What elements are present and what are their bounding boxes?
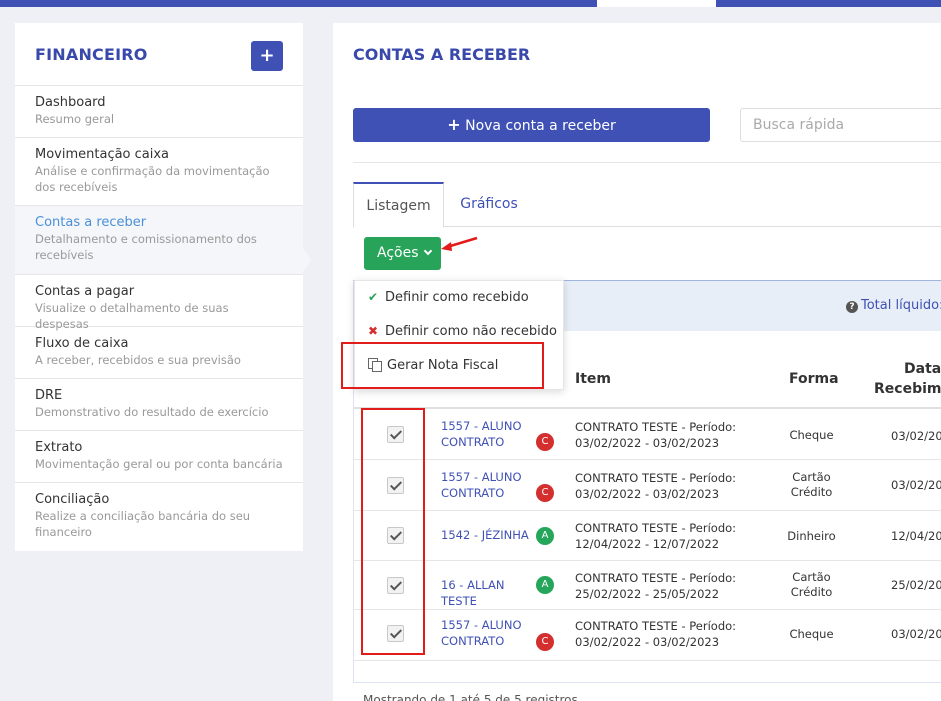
total-liquido: ? Total líquido:: [846, 298, 941, 313]
row-forma: Cartão Crédito: [790, 570, 833, 599]
table-row[interactable]: 1557 - ALUNO CONTRATO C CONTRATO TESTE -…: [354, 460, 941, 511]
status-badge: C: [536, 633, 554, 651]
sidebar-item-contas-a-receber[interactable]: Contas a receber Detalhamento e comissio…: [15, 206, 311, 275]
tab-listagem[interactable]: Listagem: [353, 182, 444, 228]
sidebar-title: FINANCEIRO: [35, 45, 148, 64]
sidebar-item-desc: Análise e confirmação da movimentação do…: [35, 164, 270, 194]
actions-button[interactable]: Ações: [364, 237, 441, 270]
tab-bar: Listagem Gráficos: [353, 182, 941, 228]
sidebar-item-title: Contas a pagar: [35, 284, 135, 299]
table-row[interactable]: 1542 - JÉZINHA A CONTRATO TESTE - Períod…: [354, 511, 941, 561]
sidebar-item-desc: Resumo geral: [35, 112, 115, 126]
row-date: 25/02/2022: [891, 578, 941, 592]
column-header-data-line1[interactable]: Data: [904, 361, 941, 377]
chevron-down-icon: [423, 246, 432, 256]
sidebar-item-title: Movimentação caixa: [35, 147, 170, 162]
sidebar-item-title: Conciliação: [35, 492, 110, 507]
table-row[interactable]: 16 - ALLAN TESTE A CONTRATO TESTE - Perí…: [354, 561, 941, 610]
row-date: 03/02/2022: [891, 429, 941, 443]
add-button[interactable]: +: [251, 41, 283, 71]
sidebar-item-title: Fluxo de caixa: [35, 336, 129, 351]
total-label: Total líquido:: [861, 298, 941, 313]
new-receivable-label: Nova conta a receber: [465, 118, 616, 134]
column-header-data-line2[interactable]: Recebimento: [874, 381, 941, 397]
actions-label: Ações: [377, 245, 419, 261]
status-badge: C: [536, 433, 554, 451]
row-item: CONTRATO TESTE - Período: 03/02/2022 - 0…: [575, 619, 737, 649]
status-badge: A: [536, 527, 554, 545]
row-item: CONTRATO TESTE - Período: 03/02/2022 - 0…: [575, 420, 737, 450]
row-name-link[interactable]: 16 - ALLAN TESTE: [441, 577, 541, 609]
row-date: 03/02/2022: [891, 627, 941, 641]
sidebar-item-desc: Realize a conciliação bancária do seu fi…: [35, 509, 251, 539]
top-bar-gap: [597, 0, 716, 7]
row-item: CONTRATO TESTE - Período: 03/02/2022 - 0…: [575, 471, 737, 501]
sidebar-item-desc: Movimentação geral ou por conta bancária: [35, 457, 283, 471]
question-icon[interactable]: ?: [846, 301, 858, 313]
status-badge: A: [536, 576, 554, 594]
sidebar-item-desc: Demonstrativo do resultado de exercício: [35, 405, 269, 419]
sidebar-item-movimentacao-caixa[interactable]: Movimentação caixa Análise e confirmação…: [15, 138, 303, 206]
row-name-link[interactable]: 1542 - JÉZINHA: [441, 527, 541, 543]
sidebar-item-title: DRE: [35, 388, 63, 403]
row-item: CONTRATO TESTE - Período: 12/04/2022 - 1…: [575, 521, 737, 551]
sidebar-item-title: Dashboard: [35, 95, 106, 110]
annotation-highlight-checkboxes: [361, 408, 425, 655]
new-receivable-button[interactable]: + Nova conta a receber: [353, 108, 710, 142]
menu-item-definir-recebido[interactable]: ✔ Definir como recebido: [368, 290, 529, 305]
row-forma: Cheque: [789, 428, 834, 442]
sidebar-item-dre[interactable]: DRE Demonstrativo do resultado de exercí…: [15, 379, 303, 431]
table-row[interactable]: 1557 - ALUNO CONTRATO C CONTRATO TESTE -…: [354, 409, 941, 460]
search-input[interactable]: [740, 108, 941, 142]
menu-item-label: Definir como não recebido: [385, 324, 557, 339]
row-forma: Dinheiro: [787, 529, 836, 543]
sidebar-item-desc: A receber, recebidos e sua previsão: [35, 353, 241, 367]
check-icon: ✔: [368, 290, 379, 304]
annotation-arrow-icon: [441, 236, 478, 251]
row-item: CONTRATO TESTE - Período: 25/02/2022 - 2…: [575, 571, 737, 601]
close-icon: ✖: [368, 324, 379, 338]
page-title: CONTAS A RECEBER: [353, 45, 531, 64]
status-badge: C: [536, 484, 554, 502]
column-header-forma[interactable]: Forma: [789, 371, 839, 387]
row-forma: Cheque: [789, 627, 834, 641]
sidebar: FINANCEIRO + Dashboard Resumo geral Movi…: [15, 23, 311, 551]
sidebar-item-conciliacao[interactable]: Conciliação Realize a conciliação bancár…: [15, 483, 303, 551]
row-name-link[interactable]: 1557 - ALUNO CONTRATO: [441, 418, 536, 450]
plus-icon: +: [447, 115, 461, 134]
table-row[interactable]: 1557 - ALUNO CONTRATO C CONTRATO TESTE -…: [354, 610, 941, 661]
sidebar-item-extrato[interactable]: Extrato Movimentação geral ou por conta …: [15, 431, 303, 483]
sidebar-header: FINANCEIRO +: [15, 23, 303, 86]
sidebar-item-desc: Detalhamento e comissionamento dos receb…: [35, 232, 257, 262]
annotation-highlight-gerar-nota: [341, 342, 544, 389]
pagination-info: Mostrando de 1 até 5 de 5 registros: [363, 693, 578, 701]
sidebar-item-contas-a-pagar[interactable]: Contas a pagar Visualize o detalhamento …: [15, 275, 303, 331]
row-name-link[interactable]: 1557 - ALUNO CONTRATO: [441, 617, 536, 649]
row-name-link[interactable]: 1557 - ALUNO CONTRATO: [441, 469, 536, 501]
sidebar-item-dashboard[interactable]: Dashboard Resumo geral: [15, 86, 303, 138]
row-date: 03/02/2022: [891, 478, 941, 492]
menu-item-label: Definir como recebido: [385, 290, 529, 305]
sidebar-item-fluxo-de-caixa[interactable]: Fluxo de caixa A receber, recebidos e su…: [15, 327, 303, 379]
sidebar-item-title: Extrato: [35, 440, 83, 455]
row-forma: Cartão Crédito: [790, 470, 833, 499]
sidebar-item-title: Contas a receber: [35, 215, 147, 230]
column-header-item[interactable]: Item: [575, 371, 611, 387]
divider: [353, 162, 941, 163]
top-bar: [0, 0, 941, 7]
row-date: 12/04/2022: [891, 529, 941, 543]
menu-item-definir-nao-recebido[interactable]: ✖ Definir como não recebido: [368, 324, 557, 339]
tab-graficos[interactable]: Gráficos: [444, 182, 534, 227]
